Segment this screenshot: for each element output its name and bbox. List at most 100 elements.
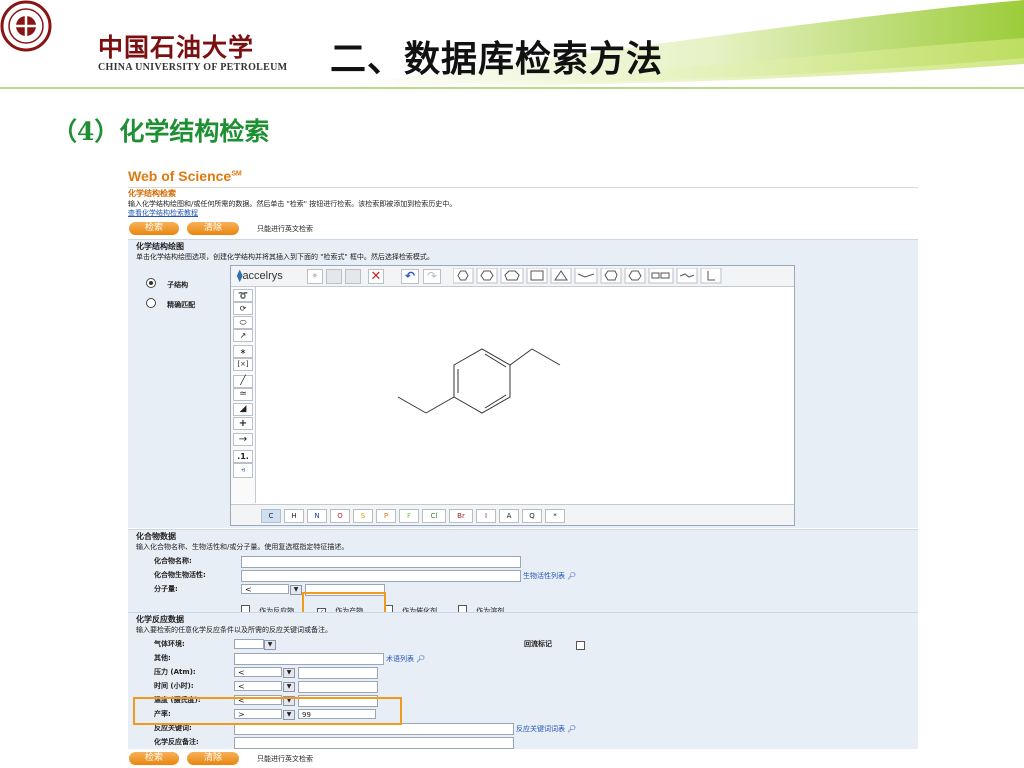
lookup-icon: 🔎︎ [567,725,577,733]
mw-operator-select[interactable]: < [241,584,289,594]
section-subtitle: （4）化学结构检索 [52,117,270,146]
mw-chevron-down-icon[interactable]: ▼ [290,585,302,595]
element-button[interactable]: O [330,509,350,523]
element-button[interactable]: Br [449,509,473,523]
bio-activity-list-link[interactable]: 生物活性列表 🔎︎ [523,572,576,581]
single-bond-icon[interactable]: ╱ [233,375,253,388]
reaction-note-label: 化学反应备注: [154,738,199,746]
editor-left-toolbar: ➰ ⟳ ⬭ ↗ ∗ [×] ╱ ≃ ◢ + → .1. ⨮ [231,287,256,503]
time-operator-select[interactable]: < [234,681,282,691]
time-chevron-down-icon[interactable]: ▼ [283,682,295,692]
element-button[interactable]: I [476,509,496,523]
english-only-note-bottom: 只能进行英文检索 [257,755,313,763]
eraser-icon[interactable]: ⬭ [233,316,253,329]
molecule-canvas[interactable] [256,287,792,503]
element-button[interactable]: Q [522,509,542,523]
charge-plus-icon[interactable]: + [233,417,253,430]
radio-empty-icon[interactable] [146,298,156,308]
term-list-link[interactable]: 术语列表 🔎︎ [386,655,425,664]
diethylbenzene-structure [397,348,561,414]
mode-exact[interactable]: 精确匹配 [146,292,195,311]
wos-screenshot: Web of ScienceSM 化学结构检索 输入化学结构绘图和/或任何所需的… [123,160,921,768]
undo-icon[interactable]: ↶ [401,269,419,284]
template-library-icon[interactable]: ⨮ [233,463,253,478]
pressure-value-input[interactable] [298,667,378,679]
element-button[interactable]: C [261,509,281,523]
reaction-note-input[interactable] [234,737,514,749]
reaction-arrow-icon[interactable]: → [233,433,253,446]
element-button[interactable]: P [376,509,396,523]
compound-name-input[interactable] [241,556,521,568]
mode-substructure-label: 子结构 [167,281,189,289]
university-name-en: CHINA UNIVERSITY OF PETROLEUM [98,62,288,73]
wedge-bond-icon[interactable]: ◢ [233,403,253,416]
gas-label: 气体环境: [154,640,185,648]
atom-map-icon[interactable]: ↗ [233,329,253,342]
reaction-panel: 化学反应数据 输入要检索的任意化学反应条件以及所需的反应关键词或备注。 气体环境… [128,612,918,749]
other-label: 其他: [154,654,171,662]
molecular-weight-label: 分子量: [154,585,178,593]
element-button[interactable]: H [284,509,304,523]
delete-icon[interactable]: ✕ [368,269,384,284]
intro-text: 输入化学结构绘图和/或任何所需的数据。然后单击 "检索" 按钮进行检索。该检索即… [128,200,457,208]
element-button[interactable]: N [307,509,327,523]
lasso-icon[interactable]: ✴ [307,269,323,284]
atom-label-icon[interactable]: .1. [233,450,253,463]
bio-activity-label: 化合物生物活性: [154,571,206,579]
lasso-select-icon[interactable]: ➰ [233,289,253,302]
bracket-icon[interactable]: [×] [233,358,253,371]
lookup-icon: 🔎︎ [567,572,577,580]
element-button[interactable]: S [353,509,373,523]
time-label: 时间 (小时): [154,682,194,690]
bio-activity-input[interactable] [241,570,521,582]
element-button[interactable]: F [399,509,419,523]
divider [128,187,918,188]
paste-icon[interactable] [345,269,361,284]
search-button-bottom[interactable]: 检索 [129,752,179,765]
double-bond-icon[interactable]: ≃ [233,388,253,401]
gas-chevron-down-icon[interactable]: ▼ [264,640,276,650]
structure-editor[interactable]: ⧫accelrys ✴ ✕ ↶ ↷ ➰ ⟳ ⬭ ↗ ∗ [×] ╱ ≃ ◢ + … [230,265,795,526]
slide-title: 二、数据库检索方法 [330,39,664,80]
chain-icon[interactable]: ∗ [233,345,253,358]
compound-instruction: 输入化合物名称、生物活性和/或分子量。使用复选框指定特征描述。 [136,543,349,551]
reaction-instruction: 输入要检索的任意化学反应条件以及所需的反应关键词或备注。 [136,626,332,634]
element-button[interactable]: A [499,509,519,523]
editor-top-toolbar: ⧫accelrys ✴ ✕ ↶ ↷ [231,266,794,287]
element-bar: C H N O S P F Cl Br I A Q * [231,504,794,525]
compound-title: 化合物数据 [136,532,176,541]
element-button[interactable]: * [545,509,565,523]
english-only-note: 只能进行英文检索 [257,225,313,233]
pressure-chevron-down-icon[interactable]: ▼ [283,668,295,678]
time-value-input[interactable] [298,681,378,693]
yield-highlight-box [133,697,402,725]
reaction-title: 化学反应数据 [136,615,184,624]
mode-substructure[interactable]: 子结构 [146,272,188,291]
reaction-keyword-list-link[interactable]: 反应关键词词表 🔎︎ [516,725,576,734]
university-name-cn: 中国石油大学 [98,33,255,62]
drawing-title: 化学结构绘图 [136,242,184,251]
clear-button-bottom[interactable]: 清除 [187,752,239,765]
reaction-keyword-label: 反应关键词: [154,724,192,732]
tutorial-link[interactable]: 查看化学结构检索教程 [128,209,198,218]
search-button-top[interactable]: 检索 [129,222,179,235]
lookup-icon: 🔎︎ [416,655,426,663]
accelrys-logo: ⧫accelrys [237,270,283,282]
reflux-label: 回流标记 [524,640,552,648]
other-input[interactable] [234,653,384,665]
rotate-icon[interactable]: ⟳ [233,302,253,315]
radio-selected-icon[interactable] [146,278,156,288]
drawing-instruction: 单击化学结构绘图选项，创建化学结构并将其插入到下面的 "检索式" 框中。然后选择… [136,253,434,261]
wos-logo[interactable]: Web of ScienceSM [128,168,242,184]
slide-header: 中国石油大学 CHINA UNIVERSITY OF PETROLEUM 二、数… [0,0,1024,92]
gas-select[interactable] [234,639,264,649]
ring-templates[interactable] [453,268,793,284]
element-button[interactable]: Cl [422,509,446,523]
pressure-operator-select[interactable]: < [234,667,282,677]
reflux-checkbox[interactable] [576,641,585,650]
section-title: 化学结构检索 [128,189,176,198]
clear-button-top[interactable]: 清除 [187,222,239,235]
redo-icon[interactable]: ↷ [423,269,441,284]
copy-icon[interactable] [326,269,342,284]
university-seal-icon [0,0,52,52]
